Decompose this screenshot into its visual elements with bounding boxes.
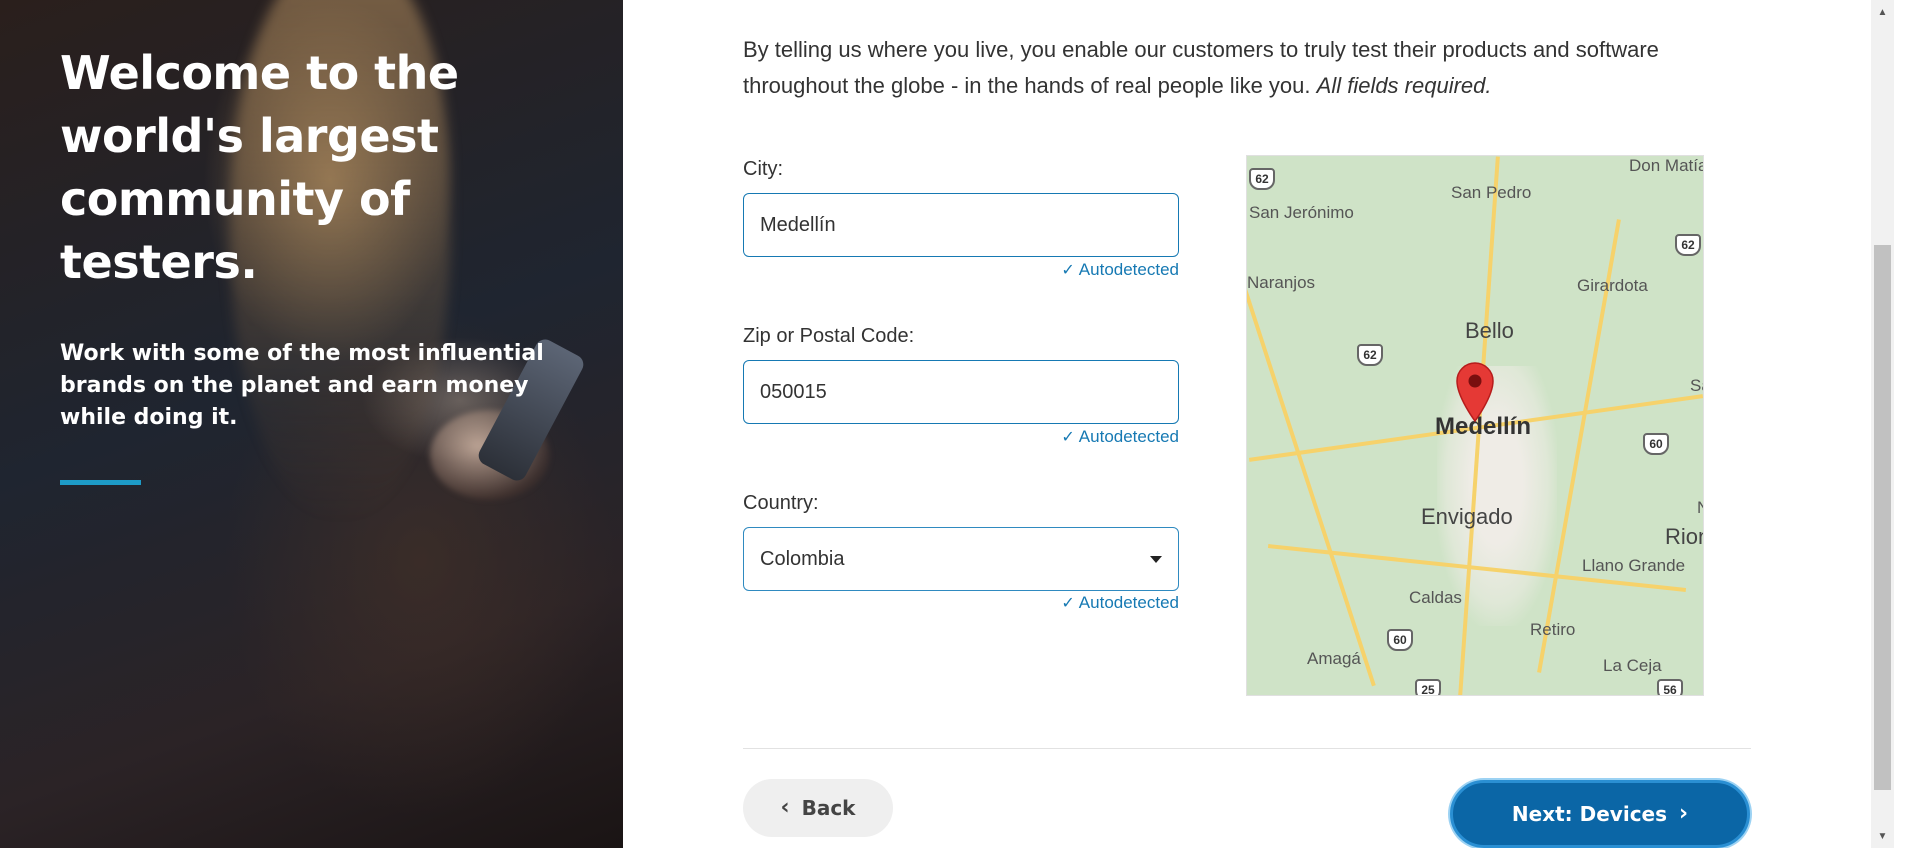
city-label: City: <box>743 158 783 180</box>
location-map[interactable]: Don Matía San Pedro San Jerónimo Naranjo… <box>1246 155 1704 696</box>
next-devices-button[interactable]: Next: Devices › <box>1450 780 1750 848</box>
caret-down-icon <box>1150 556 1162 563</box>
map-label: Caldas <box>1409 588 1462 607</box>
back-button-label: Back <box>801 796 856 820</box>
back-button[interactable]: ‹ Back <box>743 779 893 837</box>
hero-panel: Welcome to the world's largest community… <box>0 0 623 848</box>
zip-status: Autodetected <box>1078 427 1179 446</box>
intro-body: By telling us where you live, you enable… <box>743 37 1659 98</box>
route-shield: 60 <box>1643 433 1669 455</box>
country-value: Colombia <box>760 547 845 570</box>
route-shield: 25 <box>1415 679 1441 695</box>
country-status: Autodetected <box>1078 593 1179 612</box>
zip-label: Zip or Postal Code: <box>743 325 915 347</box>
next-button-label: Next: Devices <box>1511 802 1668 826</box>
route-shield: 60 <box>1387 629 1413 651</box>
route-shield: 56 <box>1657 679 1683 695</box>
zip-autodetected: ✓ Autodetected <box>1040 427 1179 447</box>
route-shield: 62 <box>1357 344 1383 366</box>
section-divider <box>743 748 1751 749</box>
map-label: Retiro <box>1530 620 1576 639</box>
required-note: All fields required. <box>1316 73 1492 98</box>
city-input[interactable]: Medellín <box>743 193 1179 257</box>
route-shield: 62 <box>1249 168 1275 190</box>
map-label: La Ceja <box>1603 656 1662 675</box>
map-label: Rioneg <box>1665 524 1703 549</box>
country-label: Country: <box>743 492 819 514</box>
intro-text: By telling us where you live, you enable… <box>743 32 1703 104</box>
hero-accent-rule <box>60 480 141 485</box>
check-icon: ✓ <box>1061 262 1075 279</box>
map-label: Girardota <box>1577 276 1648 295</box>
scroll-up-arrow-icon[interactable]: ▲ <box>1871 2 1894 22</box>
chevron-left-icon: ‹ <box>780 795 790 820</box>
city-status: Autodetected <box>1078 260 1179 279</box>
scroll-down-arrow-icon[interactable]: ▼ <box>1871 826 1894 846</box>
check-icon: ✓ <box>1061 429 1075 446</box>
map-label: Envigado <box>1421 504 1513 529</box>
zip-input[interactable]: 050015 <box>743 360 1179 424</box>
map-label: N <box>1697 498 1703 518</box>
city-value: Medellín <box>760 213 836 236</box>
map-pin-icon <box>1456 362 1494 423</box>
map-label: Bello <box>1465 318 1514 343</box>
map-label: Amagá <box>1307 649 1361 668</box>
route-shield: 62 <box>1675 234 1701 256</box>
map-label: San Jerónimo <box>1249 203 1354 222</box>
hero-title: Welcome to the world's largest community… <box>60 46 459 289</box>
zip-value: 050015 <box>760 380 827 403</box>
page-scrollbar[interactable]: ▲ ▼ <box>1871 0 1894 848</box>
city-autodetected: ✓ Autodetected <box>1040 260 1179 280</box>
map-label: Sa <box>1690 376 1703 395</box>
map-label: Don Matía <box>1629 156 1704 175</box>
map-label: Naranjos <box>1247 273 1316 292</box>
hero-subtitle: Work with some of the most influential b… <box>60 341 544 430</box>
right-gutter <box>1894 0 1920 848</box>
map-label: Llano Grande <box>1582 556 1686 575</box>
country-select[interactable]: Colombia <box>743 527 1179 591</box>
country-autodetected: ✓ Autodetected <box>1040 593 1179 613</box>
chevron-right-icon: › <box>1679 801 1689 826</box>
map-label: San Pedro <box>1451 183 1532 202</box>
scroll-thumb[interactable] <box>1874 245 1891 790</box>
check-icon: ✓ <box>1061 595 1075 612</box>
